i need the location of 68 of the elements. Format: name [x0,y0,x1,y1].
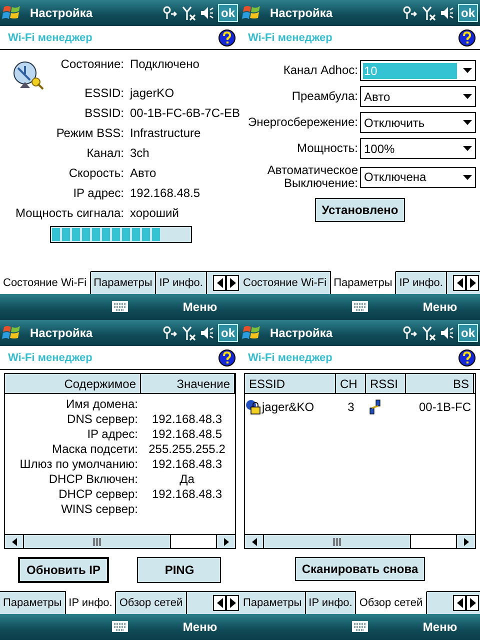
dropdown-field[interactable]: Отключить [360,112,476,133]
info-value: 3ch [130,146,150,160]
table-cell-text: 00-1B-FC [418,400,472,414]
info-value: Подключено [130,57,200,71]
field-label: Мощность: [296,142,358,155]
ok-button[interactable]: ok [218,4,238,22]
field-label: Автоматическое Выключение: [266,164,358,190]
dropdown-field[interactable]: Авто [360,86,476,107]
tab[interactable]: Параметры [330,271,396,294]
table-cell-text: WINS сервер: [60,502,139,516]
window-title: Настройка [30,6,94,20]
table-cell-text: 255.255.255.2 [148,442,226,456]
column-header[interactable]: Значение [141,374,235,393]
window-title: Настройка [270,326,334,340]
column-header[interactable]: ESSID [245,374,336,393]
tab[interactable]: IP инфо. [66,591,116,614]
info-value: хороший [130,206,180,220]
info-value: Infrastructure [130,126,202,140]
column-header[interactable]: Содержимое [5,374,141,393]
info-label: Мощность сигнала: [14,206,124,220]
info-label: IP адрес: [72,186,124,200]
app-title: Wi-Fi менеджер [8,352,92,364]
table-cell-text: Да [178,472,196,486]
ok-button[interactable]: ok [218,324,238,342]
info-value: Авто [130,166,158,180]
window-title: Настройка [30,326,94,340]
action-button[interactable]: Обновить IP [18,557,108,583]
ok-button[interactable]: ok [458,4,478,22]
app-title: Wi-Fi менеджер [248,352,332,364]
column-header[interactable]: RSSI [366,374,406,393]
dropdown-field[interactable]: Отключена [360,166,476,188]
info-label: ESSID: [84,86,124,100]
info-label: Режим BSS: [55,126,124,140]
info-label: Состояние: [60,57,124,71]
table-cell-text: Имя домена: [65,396,139,410]
network-name[interactable]: jager&KO [245,399,336,415]
info-label: BSSID: [84,106,124,120]
info-value: 00-1B-FC-6B-7C-EB [130,106,240,120]
table-cell-text: 192.168.48.3 [150,412,224,426]
table-cell-text: DHCP Включен: [48,472,139,486]
info-value: 192.168.48.5 [130,186,202,200]
info-label: Канал: [86,146,124,160]
tab[interactable]: Обзор сетей [356,591,427,614]
field-label: Преамбула: [290,90,358,103]
table-cell-text: DNS сервер: [66,412,139,426]
ok-button[interactable]: ok [458,324,478,342]
table-cell-text: Шлюз по умолчанию: [18,456,139,470]
tab[interactable]: Состояние Wi-Fi [0,271,91,294]
table-cell-text: Маска подсети: [50,442,139,456]
window-title: Настройка [270,6,334,20]
app-title: Wi-Fi менеджер [248,32,332,44]
column-header[interactable]: BS [406,374,474,393]
table-cell-text: IP адрес: [86,426,139,440]
field-label: Энергосбережение: [246,116,358,129]
info-value: jagerKO [130,86,176,100]
table-cell-text: DHCP сервер: [58,486,139,500]
app-title: Wi-Fi менеджер [8,32,92,44]
action-button[interactable]: Сканировать снова [294,557,426,581]
action-button[interactable]: Установлено [314,198,406,222]
action-button[interactable]: PING [137,557,222,583]
table-cell-text: 192.168.48.3 [150,456,224,470]
table-cell-text: 192.168.48.3 [150,486,224,500]
dropdown-field[interactable]: 100% [360,138,476,159]
table-cell-text: 3 [346,400,356,414]
info-label: Скорость: [68,166,124,180]
field-label: Канал Adhoc: [282,64,358,77]
column-header[interactable]: CH [336,374,366,393]
table-cell-text: 192.168.48.5 [150,426,224,440]
